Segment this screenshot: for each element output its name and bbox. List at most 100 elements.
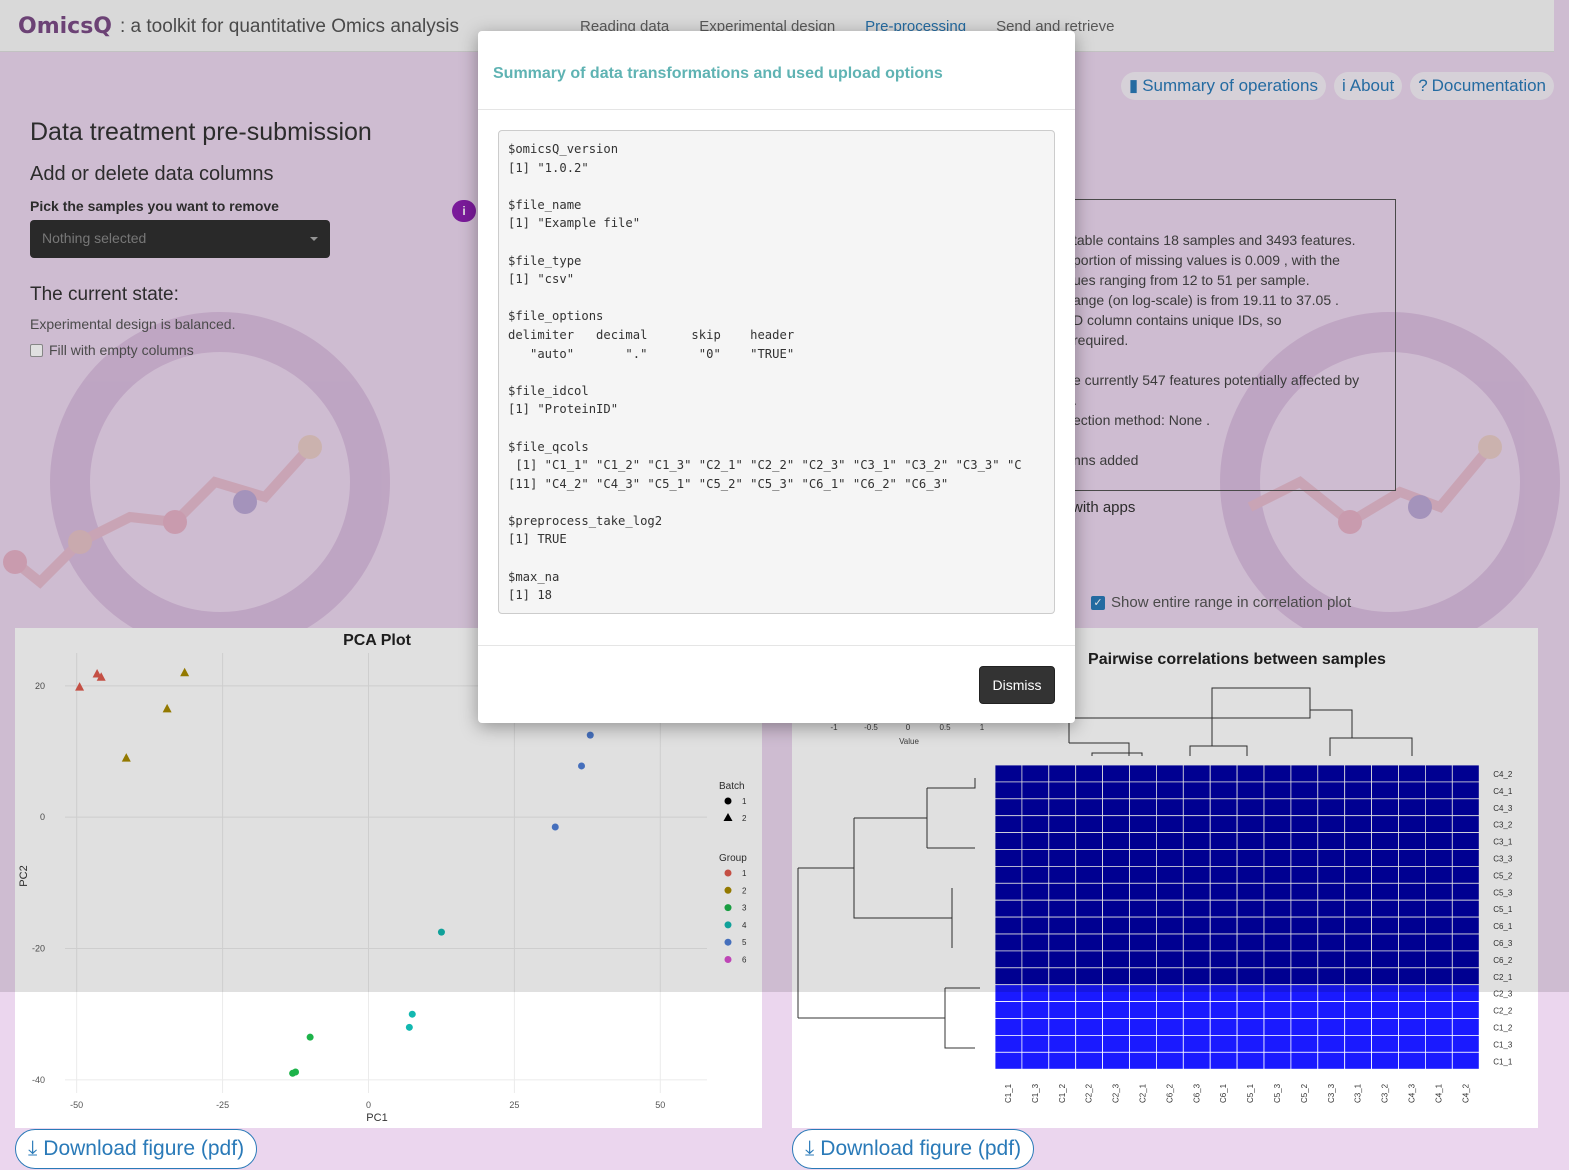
heatmap-cell [1129,1034,1157,1053]
heatmap-col-label: C5_1 [1246,1083,1255,1103]
heatmap-cell [1451,1018,1480,1036]
heatmap-cell [1075,1034,1104,1053]
heatmap-cell [1155,1018,1184,1036]
dendrogram-branch [944,987,980,1049]
download-icon: ⤓ [805,1137,815,1160]
pca-x-tick: 0 [366,1100,371,1110]
heatmap-col-label: C1_1 [1004,1083,1013,1103]
heatmap-cell [1048,1018,1077,1036]
heatmap-cell [1425,1001,1453,1019]
heatmap-cell [1182,1034,1211,1053]
heatmap-row-label: C2_2 [1493,1007,1513,1016]
heatmap-cell [1290,1018,1319,1036]
download-label: Download figure (pdf) [43,1137,245,1160]
heatmap-cell [1075,1018,1104,1036]
heatmap-cell [1209,1051,1238,1070]
heatmap-cell [1425,1034,1453,1053]
heatmap-col-label: C6_2 [1165,1083,1174,1103]
pca-x-tick: -25 [216,1100,229,1110]
heatmap-row-label: C1_3 [1493,1040,1513,1049]
heatmap-cell [1371,1034,1399,1053]
heatmap-cell [1398,1051,1426,1070]
heatmap-cell [1021,1034,1050,1053]
heatmap-cell [1263,1001,1292,1019]
heatmap-cell [1021,1018,1050,1036]
dismiss-button[interactable]: Dismiss [979,666,1055,704]
heatmap-cell [994,1034,1023,1053]
pca-x-label: PC1 [366,1112,387,1124]
heatmap-col-label: C3_2 [1381,1083,1390,1103]
heatmap-cell [1182,1051,1211,1070]
download-icon: ⤓ [28,1137,38,1160]
heatmap-cell [1236,1018,1265,1036]
heatmap-col-label: C1_3 [1031,1083,1040,1103]
heatmap-col-label: C6_3 [1192,1083,1201,1103]
heatmap-cell [1263,1018,1292,1036]
heatmap-cell [1129,1051,1157,1070]
heatmap-col-label: C3_1 [1354,1083,1363,1103]
heatmap-cell [1290,1001,1319,1019]
heatmap-cell [994,1051,1023,1070]
heatmap-cell [1451,1051,1480,1070]
heatmap-col-label: C4_2 [1461,1083,1470,1103]
heatmap-cell [1021,1051,1050,1070]
download-pca-button[interactable]: ⤓ Download figure (pdf) [15,1129,258,1169]
heatmap-cell [1451,1034,1480,1053]
modal-title: Summary of data transformations and used… [493,65,943,82]
heatmap-col-label: C1_2 [1058,1083,1067,1103]
heatmap-col-label: C3_3 [1327,1083,1336,1103]
heatmap-cell [1129,1001,1157,1019]
heatmap-cell [1263,1051,1292,1070]
heatmap-cell [1182,1018,1211,1036]
heatmap-col-label: C2_3 [1112,1083,1121,1103]
heatmap-cell [1263,1034,1292,1053]
options-summary-text: $omicsQ_version [1] "1.0.2" $file_name [… [498,130,1055,614]
modal-body: $omicsQ_version [1] "1.0.2" $file_name [… [478,110,1075,646]
heatmap-cell [1317,1051,1346,1070]
heatmap-row-label: C1_1 [1493,1057,1513,1066]
heatmap-cell [1048,1001,1077,1019]
pca-point [306,1033,314,1041]
heatmap-cell [1182,1001,1211,1019]
heatmap-cell [994,1018,1023,1036]
pca-y-tick: -40 [32,1075,45,1085]
heatmap-cell [1371,1051,1399,1070]
heatmap-cell [1155,1034,1184,1053]
heatmap-cell [1102,1018,1130,1036]
heatmap-cell [1048,1051,1077,1070]
heatmap-cell [1371,1001,1399,1019]
modal-footer: Dismiss [478,646,1075,723]
heatmap-col-label: C4_1 [1434,1083,1443,1103]
heatmap-cell [1021,1001,1050,1019]
pca-point [405,1023,413,1031]
heatmap-cell [1317,1034,1346,1053]
summary-modal: Summary of data transformations and used… [478,31,1075,723]
heatmap-cell [1425,1018,1453,1036]
heatmap-cell [1236,1034,1265,1053]
modal-header: Summary of data transformations and used… [478,31,1075,110]
heatmap-col-label: C5_2 [1300,1083,1309,1103]
download-label: Download figure (pdf) [820,1137,1022,1160]
heatmap-cell [1209,1018,1238,1036]
download-heatmap-button[interactable]: ⤓ Download figure (pdf) [792,1129,1035,1169]
heatmap-cell [1155,1051,1184,1070]
heatmap-cell [994,1001,1023,1019]
heatmap-cell [1129,1018,1157,1036]
heatmap-cell [1344,1001,1373,1019]
heatmap-cell [1344,1018,1373,1036]
heatmap-col-label: C2_2 [1085,1083,1094,1103]
heatmap-cell [1317,1001,1346,1019]
heatmap-cell [1425,1051,1453,1070]
heatmap-cell [1290,1051,1319,1070]
heatmap-cell [1344,1034,1373,1053]
heatmap-cell [1317,1018,1346,1036]
pca-x-tick: -50 [70,1100,83,1110]
heatmap-col-label: C2_1 [1139,1083,1148,1103]
pca-point [408,1010,416,1018]
heatmap-cell [1398,1034,1426,1053]
heatmap-col-label: C6_1 [1219,1083,1228,1103]
heatmap-cell [1102,1001,1130,1019]
pca-point [292,1068,300,1076]
heatmap-cell [1371,1018,1399,1036]
heatmap-cell [1290,1034,1319,1053]
